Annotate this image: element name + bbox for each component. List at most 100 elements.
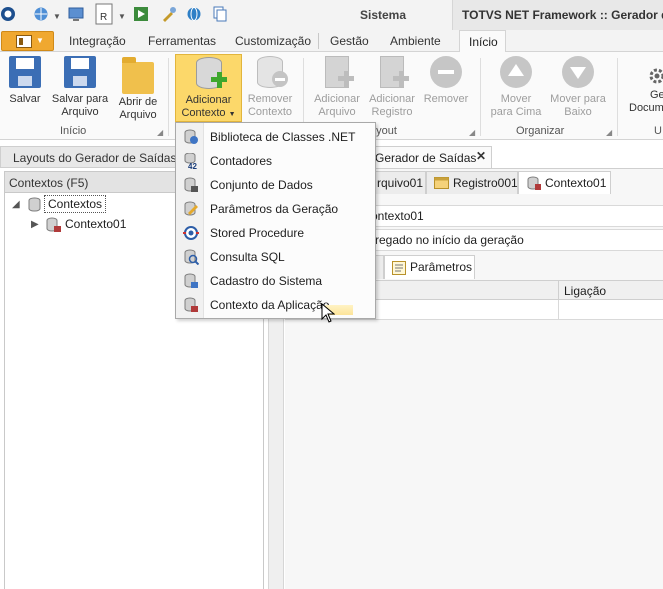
monitor-icon[interactable] (68, 6, 84, 22)
grid-column-ligacao[interactable]: Ligação (564, 284, 606, 298)
chevron-down-icon: ▼ (228, 111, 236, 118)
menu-item-parametros-geracao[interactable]: Parâmetros da Geração (177, 197, 375, 221)
group-launcher-icon[interactable]: ◢ (469, 128, 475, 137)
collapse-arrow-icon[interactable]: ◢ (12, 199, 20, 210)
menu-item-contexto-aplicacao[interactable]: Contexto da Aplicação (177, 293, 375, 317)
add-file-button[interactable]: Adicionar Arquivo (312, 56, 362, 119)
folder-icon (122, 57, 154, 94)
parameters-icon (184, 201, 198, 216)
tab-registro001[interactable]: Registro001 (426, 171, 518, 194)
add-record-button[interactable]: Adicionar Registro (367, 56, 417, 119)
file-menu-button[interactable]: ▼ (1, 31, 54, 51)
chevron-down-icon[interactable]: ▼ (53, 12, 61, 21)
parameters-icon (392, 261, 406, 275)
save-label: Salvar (9, 93, 41, 105)
dataset-icon (184, 177, 198, 192)
chevron-down-icon: ▼ (36, 36, 44, 45)
tab-integracao[interactable]: Integração (69, 34, 126, 48)
tab-ambiente[interactable]: Ambiente (390, 34, 441, 48)
move-down-button[interactable]: Mover para Baixo (547, 56, 609, 119)
tab-separator (318, 33, 319, 49)
menu-item-cadastro-sistema[interactable]: Cadastro do Sistema (177, 269, 375, 293)
save-button[interactable]: Salvar (4, 56, 46, 106)
ribbon-tabs: ▼ Integração Ferramentas Customização Ge… (0, 30, 663, 53)
database-remove-icon (257, 56, 288, 88)
move-down-label-2: Baixo (564, 106, 592, 118)
menu-item-consulta-sql[interactable]: Consulta SQL (177, 245, 375, 269)
gear-icon (649, 68, 663, 84)
record-add-icon (380, 56, 409, 88)
menu-item-label: Parâmetros da Geração (210, 202, 339, 216)
close-icon[interactable]: ✕ (476, 149, 486, 163)
application-context-icon (184, 297, 198, 312)
add-record-label-1: Adicionar (369, 93, 415, 105)
sql-query-icon (184, 249, 199, 265)
move-up-button[interactable]: Mover para Cima (489, 56, 543, 119)
save-to-file-label-1: Salvar para (51, 93, 109, 105)
run-icon[interactable] (133, 6, 149, 22)
menu-item-biblioteca-classes[interactable]: Biblioteca de Classes .NET (177, 125, 375, 149)
group-separator (480, 58, 481, 136)
system-registry-icon (184, 273, 198, 288)
save-icon (9, 56, 41, 88)
tab-parametros[interactable]: Parâmetros (384, 255, 475, 279)
group-label-u: U (654, 125, 662, 137)
context-tab-label: Sistema (360, 8, 407, 22)
tools-icon[interactable] (161, 6, 177, 22)
menu-item-contadores[interactable]: 42 Contadores (177, 149, 375, 173)
report-icon[interactable]: R (95, 3, 113, 25)
group-label-organizar: Organizar (516, 125, 565, 137)
generate-document-label-1: Ge (650, 89, 663, 101)
arrow-up-icon (500, 56, 532, 88)
remove-button[interactable]: Remover (422, 56, 470, 106)
tab-inicio[interactable]: Início (459, 30, 506, 53)
title-bar: ▼ R ▼ Sistema TOTVS NET Framework :: Ger… (0, 0, 663, 30)
mouse-cursor-icon (321, 303, 335, 323)
open-file-label-1: Abrir de (118, 96, 158, 108)
generate-document-button[interactable]: Ge Docume (626, 56, 663, 115)
stored-procedure-icon (183, 226, 199, 240)
tab-gestao[interactable]: Gestão (330, 34, 369, 48)
menu-item-label: Biblioteca de Classes .NET (210, 130, 356, 144)
save-to-file-icon (64, 56, 96, 88)
menu-item-label: Conjunto de Dados (210, 178, 313, 192)
tab-ferramentas[interactable]: Ferramentas (148, 34, 216, 48)
add-context-label-1: Adicionar (185, 94, 232, 106)
menu-item-stored-procedure[interactable]: Stored Procedure (177, 221, 375, 245)
move-up-label-1: Mover (500, 93, 532, 105)
menu-item-conjunto-dados[interactable]: Conjunto de Dados (177, 173, 375, 197)
chevron-down-icon[interactable]: ▼ (118, 12, 126, 21)
database-icon (28, 197, 41, 212)
save-to-file-button[interactable]: Salvar para Arquivo (50, 56, 110, 119)
add-record-label-2: Registro (371, 106, 413, 118)
add-context-button[interactable]: Adicionar Contexto ▼ (175, 54, 242, 122)
tab-customizacao[interactable]: Customização (235, 34, 311, 48)
app-logo-icon[interactable] (0, 6, 16, 22)
window-title: TOTVS NET Framework :: Gerador de (452, 0, 663, 30)
copy-icon[interactable] (212, 6, 228, 22)
globe-tools-icon[interactable] (33, 6, 49, 22)
remove-context-button[interactable]: Remover Contexto (244, 56, 296, 119)
context-icon (527, 176, 541, 190)
tab-arquivo01[interactable]: rquivo01 (370, 171, 426, 194)
tree-node-contexto01[interactable]: Contexto01 (65, 217, 126, 231)
web-icon[interactable] (186, 6, 202, 22)
group-launcher-icon[interactable]: ◢ (606, 128, 612, 137)
expand-arrow-icon[interactable]: ▶ (31, 219, 39, 230)
group-launcher-icon[interactable]: ◢ (157, 128, 163, 137)
record-icon (434, 177, 449, 189)
menu-item-label: Contexto da Aplicação (210, 298, 330, 312)
remove-context-label-1: Remover (247, 93, 293, 105)
tree-node-contextos[interactable]: Contextos (44, 195, 107, 213)
remove-label: Remover (423, 93, 469, 105)
grid-column-divider (558, 300, 559, 320)
move-up-label-2: para Cima (490, 106, 542, 118)
remove-context-label-2: Contexto (247, 106, 293, 118)
add-file-label-1: Adicionar (314, 93, 360, 105)
open-file-button[interactable]: Abrir de Arquivo (114, 56, 162, 122)
counter-badge: 42 (188, 162, 197, 169)
class-library-icon (184, 129, 198, 144)
tab-contexto01[interactable]: Contexto01 (518, 171, 611, 194)
menu-item-label: Consulta SQL (210, 250, 285, 264)
add-context-menu: Biblioteca de Classes .NET 42 Contadores… (175, 122, 376, 319)
